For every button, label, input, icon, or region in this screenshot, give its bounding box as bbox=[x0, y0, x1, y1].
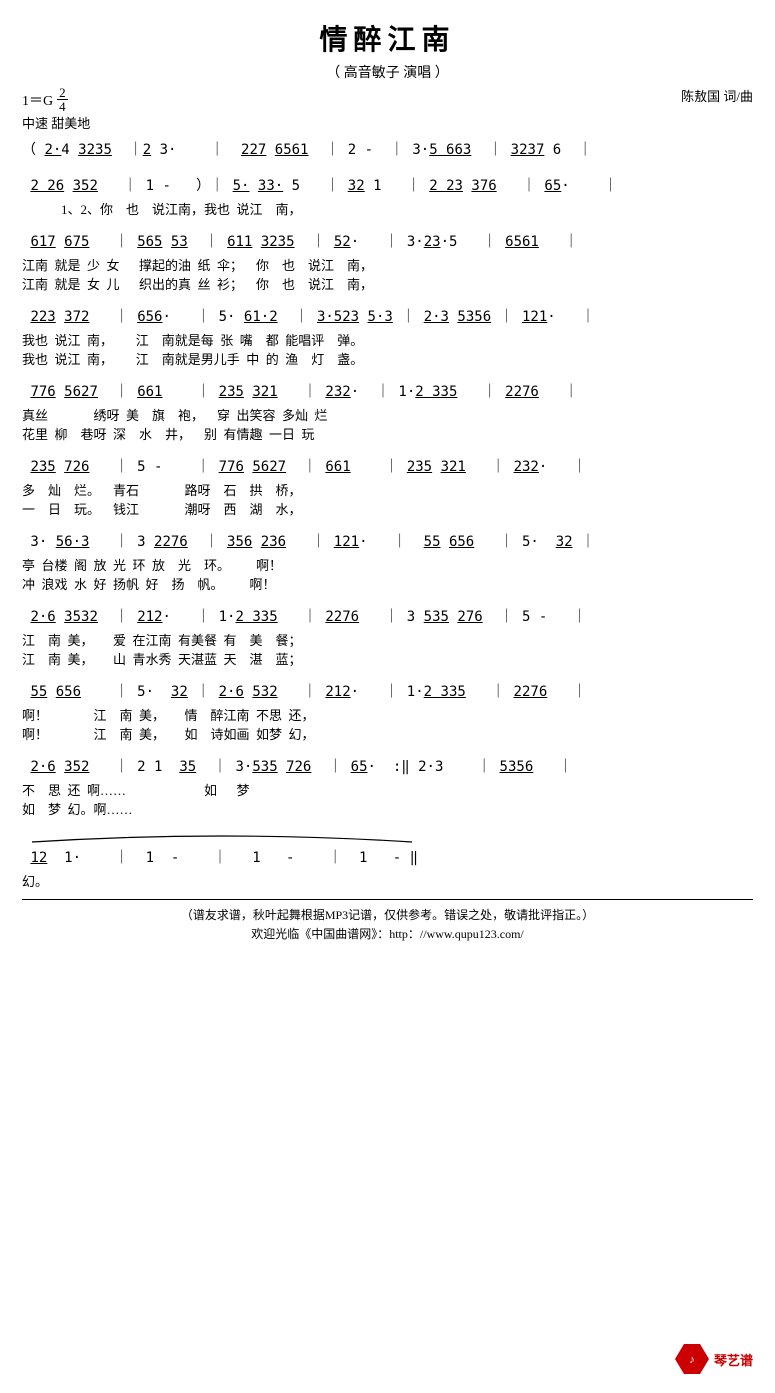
lyric-row-7b: 冲 浪戏 水 好 扬帆 好 扬 帆。 啊！ bbox=[22, 575, 753, 595]
notation-row-3: 617 675 ｜ 565 53 ｜ 611 3235 ｜ 52· ｜ 3·23… bbox=[22, 228, 753, 256]
svg-text:♪: ♪ bbox=[689, 1354, 695, 1366]
staff-line-4: 223 372 ｜ 656· ｜ 5· 61·2 ｜ 3·523 5·3 ｜ 2… bbox=[22, 303, 753, 370]
staff-line-8: 2·6 3532 ｜ 212· ｜ 1·2 335 ｜ 2276 ｜ 3 535… bbox=[22, 603, 753, 670]
notation-row-6: 235 726 ｜ 5 - ｜ 776 5627 ｜ 661 ｜ 235 321… bbox=[22, 453, 753, 481]
lyric-row-8a: 江 南 美， 爱 在江南 有美餐 有 美 餐； bbox=[22, 631, 753, 651]
notation-row-9: 55 656 ｜ 5· 32 ｜ 2·6 532 ｜ 212· ｜ 1·2 33… bbox=[22, 678, 753, 706]
lyric-row-10a: 不 思 还 啊…… 如 梦 bbox=[22, 781, 753, 801]
lyric-row-4a: 我也 说江 南， 江 南就是每 张 嘴 都 能唱评 弹。 bbox=[22, 331, 753, 351]
staff-line-3: 617 675 ｜ 565 53 ｜ 611 3235 ｜ 52· ｜ 3·23… bbox=[22, 228, 753, 295]
page: 情醉江南 （ 高音敏子 演唱 ） 1＝G 2 4 中速 甜美地 陈敖国 词/曲 … bbox=[0, 0, 775, 1393]
slur-container bbox=[22, 828, 753, 844]
lyric-row-4b: 我也 说江 南， 江 南就是男儿手 中 的 渔 灯 盏。 bbox=[22, 350, 753, 370]
lyric-row-2a: 1、2、你 也 说江南，我也 说江 南， bbox=[22, 200, 753, 220]
meta-left: 1＝G 2 4 中速 甜美地 bbox=[22, 86, 90, 132]
notation-row-8: 2·6 3532 ｜ 212· ｜ 1·2 335 ｜ 2276 ｜ 3 535… bbox=[22, 603, 753, 631]
lyric-row-5a: 真丝 绣呀 美 旗 袍， 穿 出笑容 多灿 烂 bbox=[22, 406, 753, 426]
song-title: 情醉江南 bbox=[22, 18, 753, 58]
lyric-row-10b: 如 梦 幻。啊…… bbox=[22, 800, 753, 820]
staff-line-9: 55 656 ｜ 5· 32 ｜ 2·6 532 ｜ 212· ｜ 1·2 33… bbox=[22, 678, 753, 745]
notation-row-1: （ 2·4 3235 ｜2 3· ｜ 227 6561 ｜ 2 - ｜ 3·5 … bbox=[22, 136, 753, 164]
staff-line-10: 2·6 352 ｜ 2 1 35 ｜ 3·535 726 ｜ 65· :‖ 2·… bbox=[22, 753, 753, 820]
slur-svg bbox=[22, 828, 422, 844]
lyric-row-6b: 一 日 玩。 钱江 潮呀 西 湖 水， bbox=[22, 500, 753, 520]
key-label: 1＝G bbox=[22, 90, 53, 110]
time-numerator: 2 bbox=[57, 86, 68, 100]
footer-note: （谱友求谱，秋叶起舞根据MP3记谱，仅供参考。错误之处，敬请批评指正。） 欢迎光… bbox=[22, 906, 753, 944]
notation-row-2: 2 26 352 ｜ 1 - ）｜ 5· 33· 5 ｜ 32 1 ｜ 2 23… bbox=[22, 172, 753, 200]
staff-line-1: （ 2·4 3235 ｜2 3· ｜ 227 6561 ｜ 2 - ｜ 3·5 … bbox=[22, 136, 753, 164]
staff-line-11: 12 1· ｜ 1 - ｜ 1 - ｜ 1 - ‖ 幻。 bbox=[22, 844, 753, 892]
footer-line1: （谱友求谱，秋叶起舞根据MP3记谱，仅供参考。错误之处，敬请批评指正。） bbox=[22, 906, 753, 925]
staff-line-5: 776 5627 ｜ 661 ｜ 235 321 ｜ 232· ｜ 1·2 33… bbox=[22, 378, 753, 445]
notation-row-5: 776 5627 ｜ 661 ｜ 235 321 ｜ 232· ｜ 1·2 33… bbox=[22, 378, 753, 406]
notation-row-4: 223 372 ｜ 656· ｜ 5· 61·2 ｜ 3·523 5·3 ｜ 2… bbox=[22, 303, 753, 331]
staff-line-7: 3· 56·3 ｜ 3 2276 ｜ 356 236 ｜ 121· ｜ 55 6… bbox=[22, 528, 753, 595]
notation-row-7: 3· 56·3 ｜ 3 2276 ｜ 356 236 ｜ 121· ｜ 55 6… bbox=[22, 528, 753, 556]
lyric-row-7a: 亭 台楼 阁 放 光 环 放 光 环。 啊！ bbox=[22, 556, 753, 576]
staff-line-2: 2 26 352 ｜ 1 - ）｜ 5· 33· 5 ｜ 32 1 ｜ 2 23… bbox=[22, 172, 753, 220]
score-section: （ 2·4 3235 ｜2 3· ｜ 227 6561 ｜ 2 - ｜ 3·5 … bbox=[22, 136, 753, 944]
lyric-row-8b: 江 南 美， 山 青水秀 天湛蓝 天 湛 蓝； bbox=[22, 650, 753, 670]
notation-row-11: 12 1· ｜ 1 - ｜ 1 - ｜ 1 - ‖ bbox=[22, 844, 753, 872]
song-subtitle: （ 高音敏子 演唱 ） bbox=[22, 62, 753, 82]
lyric-row-11a: 幻。 bbox=[22, 872, 753, 892]
lyric-row-3b: 江南 就是 女 儿 织出的真 丝 衫； 你 也 说江 南， bbox=[22, 275, 753, 295]
notation-row-10: 2·6 352 ｜ 2 1 35 ｜ 3·535 726 ｜ 65· :‖ 2·… bbox=[22, 753, 753, 781]
footer-line2: 欢迎光临《中国曲谱网》：http：//www.qupu123.com/ bbox=[22, 925, 753, 944]
watermark-logo-svg: ♪ bbox=[674, 1343, 710, 1375]
composer-label: 陈敖国 词/曲 bbox=[681, 86, 753, 105]
lyric-row-6a: 多 灿 烂。 青石 路呀 石 拱 桥， bbox=[22, 481, 753, 501]
lyric-row-5b: 花里 柳 巷呀 深 水 井， 别 有情趣 一日 玩 bbox=[22, 425, 753, 445]
meta-row: 1＝G 2 4 中速 甜美地 陈敖国 词/曲 bbox=[22, 86, 753, 132]
tempo-label: 中速 甜美地 bbox=[22, 113, 90, 132]
watermark-container: ♪ 琴艺谱 bbox=[674, 1343, 753, 1375]
watermark-text: 琴艺谱 bbox=[714, 1350, 753, 1369]
lyric-row-3a: 江南 就是 少 女 撑起的油 纸 伞； 你 也 说江 南， bbox=[22, 256, 753, 276]
lyric-row-9b: 啊！ 江 南 美， 如 诗如画 如梦 幻， bbox=[22, 725, 753, 745]
time-signature: 2 4 bbox=[57, 86, 68, 113]
key-time: 1＝G 2 4 bbox=[22, 86, 90, 113]
lyric-row-9a: 啊！ 江 南 美， 情 醉江南 不思 还， bbox=[22, 706, 753, 726]
staff-line-6: 235 726 ｜ 5 - ｜ 776 5627 ｜ 661 ｜ 235 321… bbox=[22, 453, 753, 520]
time-denominator: 4 bbox=[57, 100, 68, 113]
divider bbox=[22, 899, 753, 900]
